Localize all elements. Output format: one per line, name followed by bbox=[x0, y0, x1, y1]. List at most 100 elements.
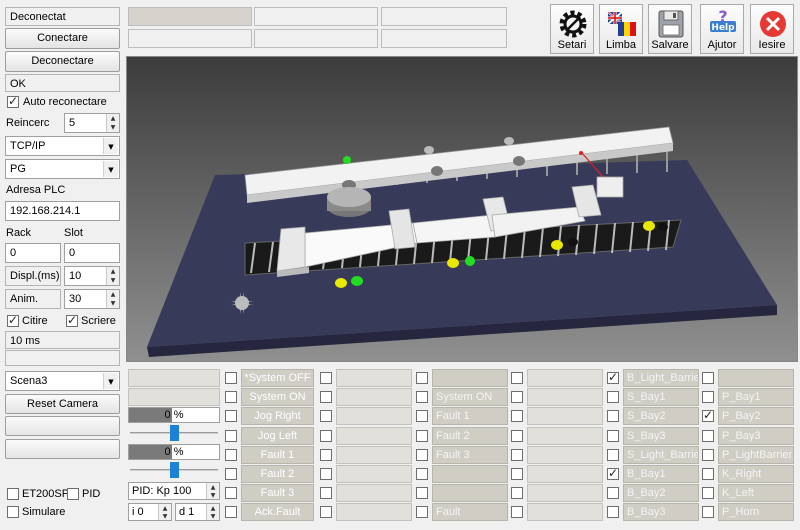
blank-button-2[interactable] bbox=[5, 439, 120, 459]
sensor-checkbox[interactable] bbox=[607, 449, 619, 461]
rack-input[interactable]: 0 bbox=[5, 243, 61, 263]
actuator-checkbox[interactable] bbox=[702, 449, 714, 461]
slot-input[interactable]: 0 bbox=[64, 243, 120, 263]
actuator-checkbox[interactable] bbox=[702, 430, 714, 442]
command-checkbox[interactable] bbox=[225, 487, 237, 499]
actuator-checkbox[interactable] bbox=[702, 487, 714, 499]
pid-checkbox[interactable] bbox=[67, 488, 79, 500]
status-checkbox[interactable] bbox=[416, 410, 428, 422]
command-checkbox[interactable] bbox=[225, 506, 237, 518]
3d-viewport[interactable] bbox=[126, 56, 798, 362]
sensor-checkbox[interactable] bbox=[607, 391, 619, 403]
actuator-checkbox[interactable] bbox=[702, 468, 714, 480]
anim-spinner[interactable]: ▲ ▼ bbox=[106, 290, 119, 308]
language-button[interactable]: Limba bbox=[599, 4, 643, 54]
command-checkbox[interactable] bbox=[225, 468, 237, 480]
sensor-checkbox-a[interactable] bbox=[511, 372, 523, 384]
sensor-checkbox[interactable] bbox=[607, 430, 619, 442]
slider-2-handle[interactable] bbox=[170, 462, 179, 478]
status-checkbox[interactable] bbox=[320, 372, 332, 384]
pid-d-spinner[interactable]: ▲ ▼ bbox=[206, 504, 219, 520]
status-checkbox[interactable] bbox=[320, 487, 332, 499]
command-button[interactable]: Fault 2 bbox=[241, 465, 314, 483]
status-checkbox[interactable] bbox=[320, 506, 332, 518]
anim-input[interactable]: 30 ▲ ▼ bbox=[64, 289, 120, 309]
status-checkbox[interactable] bbox=[320, 468, 332, 480]
command-button[interactable]: Ack.Fault bbox=[241, 503, 314, 521]
status-checkbox[interactable] bbox=[416, 506, 428, 518]
sensor-checkbox-a[interactable] bbox=[511, 410, 523, 422]
command-button[interactable]: Fault 1 bbox=[241, 446, 314, 464]
sensor-field: S_Light_Barrier bbox=[623, 446, 699, 464]
display-input[interactable]: 10 ▲ ▼ bbox=[64, 266, 120, 286]
command-button[interactable]: *System OFF bbox=[241, 369, 314, 387]
pid-i-input[interactable]: i 0 ▲ ▼ bbox=[128, 503, 172, 521]
status-checkbox[interactable] bbox=[416, 487, 428, 499]
read-checkbox[interactable] bbox=[7, 313, 19, 327]
actuator-checkbox[interactable] bbox=[702, 391, 714, 403]
sensor-checkbox-a[interactable] bbox=[511, 391, 523, 403]
protocol-select[interactable]: TCP/IP ▼ bbox=[5, 136, 120, 156]
sensor-checkbox[interactable] bbox=[607, 506, 619, 518]
pid-d-input[interactable]: d 1 ▲ ▼ bbox=[175, 503, 220, 521]
sensor-checkbox[interactable] bbox=[607, 487, 619, 499]
help-button[interactable]: Help ? Ajutor bbox=[700, 4, 744, 54]
simulate-checkbox[interactable] bbox=[7, 506, 19, 518]
actuator-checkbox[interactable] bbox=[702, 506, 714, 518]
status-checkbox[interactable] bbox=[416, 391, 428, 403]
status-checkbox[interactable] bbox=[320, 391, 332, 403]
sensor-checkbox-a[interactable] bbox=[511, 449, 523, 461]
status-checkbox[interactable] bbox=[416, 372, 428, 384]
settings-button[interactable]: Setari bbox=[550, 4, 594, 54]
sensor-checkbox[interactable] bbox=[607, 370, 619, 384]
sensor-checkbox-a[interactable] bbox=[511, 506, 523, 518]
command-button[interactable]: Jog Left bbox=[241, 427, 314, 445]
auto-reconnect-checkbox[interactable] bbox=[7, 94, 19, 108]
pid-i-spinner[interactable]: ▲ ▼ bbox=[158, 504, 171, 520]
command-checkbox[interactable] bbox=[225, 372, 237, 384]
connect-button[interactable]: Conectare bbox=[5, 28, 120, 49]
sensor-checkbox[interactable] bbox=[607, 466, 619, 480]
sensor-checkbox-a[interactable] bbox=[511, 487, 523, 499]
retry-input[interactable]: 5 ▲ ▼ bbox=[64, 113, 120, 133]
sensor-checkbox-a[interactable] bbox=[511, 468, 523, 480]
blank-button-1[interactable] bbox=[5, 416, 120, 436]
command-button[interactable]: Fault 3 bbox=[241, 484, 314, 502]
reset-camera-button[interactable]: Reset Camera bbox=[5, 394, 120, 414]
sensor-checkbox-a[interactable] bbox=[511, 430, 523, 442]
close-icon bbox=[760, 11, 786, 37]
retry-label: Reincerc bbox=[6, 117, 50, 129]
command-checkbox[interactable] bbox=[225, 410, 237, 422]
status-blank-field bbox=[336, 465, 412, 483]
status-checkbox[interactable] bbox=[416, 449, 428, 461]
command-checkbox[interactable] bbox=[225, 430, 237, 442]
write-checkbox[interactable] bbox=[66, 313, 78, 327]
indicator-1 bbox=[128, 7, 252, 26]
disconnect-button[interactable]: Deconectare bbox=[5, 51, 120, 72]
command-checkbox[interactable] bbox=[225, 449, 237, 461]
exit-button[interactable]: Iesire bbox=[750, 4, 794, 54]
status-checkbox[interactable] bbox=[320, 430, 332, 442]
display-spinner[interactable]: ▲ ▼ bbox=[106, 267, 119, 285]
slider-2[interactable] bbox=[128, 461, 220, 479]
status-checkbox[interactable] bbox=[320, 449, 332, 461]
status-checkbox[interactable] bbox=[416, 430, 428, 442]
device-type-select[interactable]: PG ▼ bbox=[5, 159, 120, 179]
retry-spinner[interactable]: ▲ ▼ bbox=[106, 114, 119, 132]
scene-select[interactable]: Scena3 ▼ bbox=[5, 371, 120, 391]
command-button[interactable]: Jog Right bbox=[241, 407, 314, 425]
status-checkbox[interactable] bbox=[416, 468, 428, 480]
plc-address-input[interactable]: 192.168.214.1 bbox=[5, 201, 120, 221]
slider-1-handle[interactable] bbox=[170, 425, 179, 441]
pid-kp-input[interactable]: PID: Kp 100 ▲ ▼ bbox=[128, 482, 220, 500]
command-button[interactable]: System ON bbox=[241, 388, 314, 406]
actuator-checkbox[interactable] bbox=[702, 408, 714, 422]
command-checkbox[interactable] bbox=[225, 391, 237, 403]
et200sp-checkbox[interactable] bbox=[7, 488, 19, 500]
status-checkbox[interactable] bbox=[320, 410, 332, 422]
save-button[interactable]: Salvare bbox=[648, 4, 692, 54]
sensor-checkbox[interactable] bbox=[607, 410, 619, 422]
pid-kp-spinner[interactable]: ▲ ▼ bbox=[206, 483, 219, 499]
actuator-checkbox[interactable] bbox=[702, 372, 714, 384]
slider-1[interactable] bbox=[128, 424, 220, 442]
